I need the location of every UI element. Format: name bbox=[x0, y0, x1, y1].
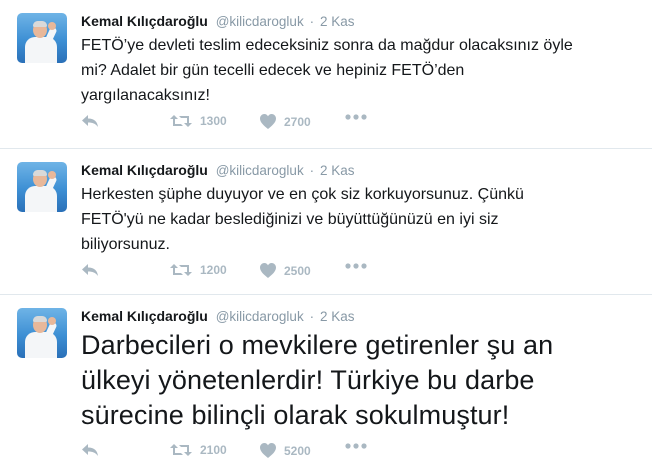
tweet[interactable]: Kemal Kılıçdaroğlu @kilicdarogluk · 2 Ka… bbox=[0, 295, 652, 476]
author-name[interactable]: Kemal Kılıçdaroğlu bbox=[81, 308, 208, 324]
retweet-count: 1300 bbox=[200, 114, 227, 128]
tweet-text: Darbecileri o mevkilere getirenler şu an… bbox=[81, 330, 554, 430]
more-dots-icon bbox=[345, 263, 367, 269]
separator: · bbox=[309, 309, 315, 324]
reply-button[interactable] bbox=[81, 443, 99, 457]
more-button[interactable] bbox=[345, 443, 367, 449]
author-name[interactable]: Kemal Kılıçdaroğlu bbox=[81, 13, 208, 29]
retweet-icon bbox=[170, 444, 192, 456]
heart-icon bbox=[260, 114, 276, 129]
reply-icon bbox=[82, 115, 98, 127]
tweet-header: Kemal Kılıçdaroğlu @kilicdarogluk · 2 Ka… bbox=[81, 307, 355, 326]
more-dots-icon bbox=[345, 114, 367, 120]
like-button[interactable]: 5200 bbox=[260, 443, 311, 458]
retweet-button[interactable]: 2100 bbox=[170, 443, 227, 457]
reply-icon bbox=[82, 444, 98, 456]
tweet-timestamp[interactable]: 2 Kas bbox=[320, 309, 355, 324]
retweet-icon bbox=[170, 264, 192, 276]
more-button[interactable] bbox=[345, 114, 367, 120]
tweet-timestamp[interactable]: 2 Kas bbox=[320, 163, 355, 178]
author-handle[interactable]: @kilicdarogluk bbox=[216, 14, 304, 29]
more-dots-icon bbox=[345, 443, 367, 449]
retweet-button[interactable]: 1300 bbox=[170, 114, 227, 128]
heart-icon bbox=[260, 263, 276, 278]
author-handle[interactable]: @kilicdarogluk bbox=[216, 309, 304, 324]
tweet[interactable]: Kemal Kılıçdaroğlu @kilicdarogluk · 2 Ka… bbox=[0, 0, 652, 149]
reply-button[interactable] bbox=[81, 263, 99, 277]
author-handle[interactable]: @kilicdarogluk bbox=[216, 163, 304, 178]
more-button[interactable] bbox=[345, 263, 367, 269]
avatar[interactable] bbox=[17, 162, 67, 212]
like-button[interactable]: 2500 bbox=[260, 263, 311, 278]
like-count: 2700 bbox=[284, 114, 311, 129]
retweet-count: 1200 bbox=[200, 263, 227, 277]
tweet-timestamp[interactable]: 2 Kas bbox=[320, 14, 355, 29]
separator: · bbox=[309, 163, 315, 178]
like-count: 5200 bbox=[284, 443, 311, 458]
tweet-text: FETÖ’ye devleti teslim edeceksiniz sonra… bbox=[81, 37, 573, 104]
retweet-icon bbox=[170, 115, 192, 127]
tweet[interactable]: Kemal Kılıçdaroğlu @kilicdarogluk · 2 Ka… bbox=[0, 149, 652, 295]
author-name[interactable]: Kemal Kılıçdaroğlu bbox=[81, 162, 208, 178]
retweet-count: 2100 bbox=[200, 443, 227, 457]
heart-icon bbox=[260, 443, 276, 458]
retweet-button[interactable]: 1200 bbox=[170, 263, 227, 277]
tweet-text: Herkesten şüphe duyuyor ve en çok siz ko… bbox=[81, 186, 524, 253]
like-button[interactable]: 2700 bbox=[260, 114, 311, 129]
avatar[interactable] bbox=[17, 308, 67, 358]
like-count: 2500 bbox=[284, 263, 311, 278]
tweet-header: Kemal Kılıçdaroğlu @kilicdarogluk · 2 Ka… bbox=[81, 12, 355, 31]
tweet-header: Kemal Kılıçdaroğlu @kilicdarogluk · 2 Ka… bbox=[81, 161, 355, 180]
separator: · bbox=[309, 14, 315, 29]
reply-button[interactable] bbox=[81, 114, 99, 128]
reply-icon bbox=[82, 264, 98, 276]
avatar[interactable] bbox=[17, 13, 67, 63]
